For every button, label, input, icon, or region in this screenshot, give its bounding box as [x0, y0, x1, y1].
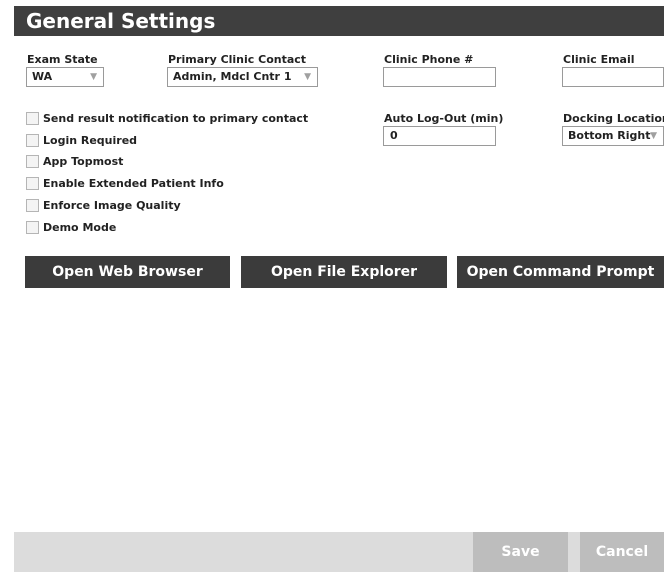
save-button[interactable]: Save	[473, 532, 568, 572]
checkbox-extended-patient-info[interactable]: Enable Extended Patient Info	[26, 175, 224, 191]
checkbox-label: Enable Extended Patient Info	[43, 176, 224, 190]
exam-state-label: Exam State	[27, 53, 98, 66]
primary-contact-select[interactable]: Admin, Mdcl Cntr 1 ▼	[167, 67, 318, 87]
exam-state-value: WA	[32, 70, 53, 83]
page-title: General Settings	[14, 6, 664, 36]
checkbox-box[interactable]	[26, 154, 39, 168]
primary-contact-label: Primary Clinic Contact	[168, 53, 307, 66]
open-web-browser-button[interactable]: Open Web Browser	[25, 256, 230, 288]
open-file-explorer-button[interactable]: Open File Explorer	[241, 256, 447, 288]
auto-logout-field[interactable]: 0	[383, 126, 496, 146]
checkbox-box[interactable]	[26, 111, 39, 125]
checkbox-send-notification[interactable]: Send result notification to primary cont…	[26, 110, 308, 126]
checkbox-login-required[interactable]: Login Required	[26, 132, 137, 148]
clinic-email-field[interactable]	[562, 67, 664, 87]
auto-logout-label: Auto Log-Out (min)	[384, 112, 504, 125]
checkbox-box[interactable]	[26, 133, 39, 147]
clinic-phone-label: Clinic Phone #	[384, 53, 474, 66]
docking-location-value: Bottom Right	[568, 129, 651, 142]
checkbox-app-topmost[interactable]: App Topmost	[26, 153, 123, 169]
clinic-email-label: Clinic Email	[563, 53, 635, 66]
exam-state-select[interactable]: WA ▼	[26, 67, 104, 87]
chevron-down-icon: ▼	[650, 131, 657, 141]
docking-location-select[interactable]: Bottom Right ▼	[562, 126, 664, 146]
checkbox-demo-mode[interactable]: Demo Mode	[26, 219, 116, 235]
checkbox-label: Enforce Image Quality	[43, 198, 181, 212]
checkbox-enforce-image-quality[interactable]: Enforce Image Quality	[26, 197, 181, 213]
open-command-prompt-button[interactable]: Open Command Prompt	[457, 256, 664, 288]
docking-location-label: Docking Location	[563, 112, 664, 125]
chevron-down-icon: ▼	[304, 72, 311, 82]
checkbox-box[interactable]	[26, 198, 39, 212]
checkbox-box[interactable]	[26, 220, 39, 234]
checkbox-label: App Topmost	[43, 154, 124, 168]
checkbox-label: Demo Mode	[43, 220, 117, 234]
cancel-button[interactable]: Cancel	[580, 532, 664, 572]
clinic-phone-field[interactable]	[383, 67, 496, 87]
checkbox-box[interactable]	[26, 176, 39, 190]
chevron-down-icon: ▼	[90, 72, 97, 82]
primary-contact-value: Admin, Mdcl Cntr 1	[173, 70, 292, 83]
checkbox-label: Login Required	[43, 133, 138, 147]
checkbox-label: Send result notification to primary cont…	[43, 111, 309, 125]
